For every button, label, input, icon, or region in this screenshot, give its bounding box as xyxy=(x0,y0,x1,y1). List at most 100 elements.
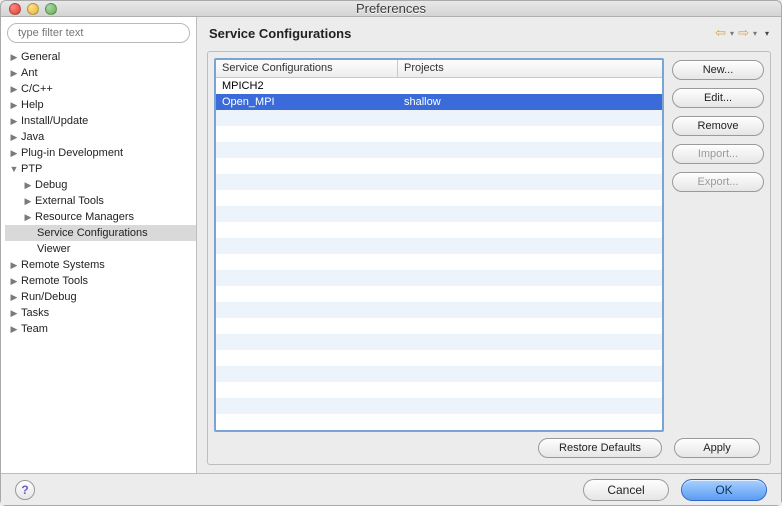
tree-label: Remote Systems xyxy=(21,259,105,271)
tree-label: General xyxy=(21,51,60,63)
table-row-empty xyxy=(216,318,662,334)
remove-button[interactable]: Remove xyxy=(672,116,764,136)
forward-menu-icon[interactable]: ▾ xyxy=(753,29,757,38)
cell-name: Open_MPI xyxy=(216,96,398,108)
filter-container xyxy=(7,23,190,43)
chevron-right-icon: ▶ xyxy=(23,196,33,207)
table-row-empty xyxy=(216,382,662,398)
column-header-name[interactable]: Service Configurations xyxy=(216,60,398,77)
configurations-table[interactable]: Service Configurations Projects MPICH2 Op… xyxy=(214,58,664,432)
panel-inner: Service Configurations Projects MPICH2 Op… xyxy=(214,58,764,432)
chevron-right-icon: ▶ xyxy=(9,84,19,95)
tree-item-ptp[interactable]: ▼PTP xyxy=(5,161,196,177)
category-tree[interactable]: ▶General ▶Ant ▶C/C++ ▶Help ▶Install/Upda… xyxy=(1,47,196,473)
tree-item-help[interactable]: ▶Help xyxy=(5,97,196,113)
table-row-empty xyxy=(216,270,662,286)
table-row-empty xyxy=(216,302,662,318)
tree-label: Service Configurations xyxy=(37,227,148,239)
panel-lower-buttons: Restore Defaults Apply xyxy=(214,432,764,458)
help-icon[interactable]: ? xyxy=(15,480,35,500)
table-row-empty xyxy=(216,142,662,158)
tree-item-cpp[interactable]: ▶C/C++ xyxy=(5,81,196,97)
chevron-right-icon: ▶ xyxy=(9,324,19,335)
table-body: MPICH2 Open_MPIshallow xyxy=(216,78,662,430)
table-row-empty xyxy=(216,206,662,222)
chevron-right-icon: ▶ xyxy=(9,68,19,79)
table-row-empty xyxy=(216,334,662,350)
tree-label: Plug-in Development xyxy=(21,147,123,159)
ok-button[interactable]: OK xyxy=(681,479,767,501)
cell-name: MPICH2 xyxy=(216,80,398,92)
tree-item-resource-managers[interactable]: ▶Resource Managers xyxy=(5,209,196,225)
table-row-empty xyxy=(216,174,662,190)
tree-label: Viewer xyxy=(37,243,70,255)
chevron-right-icon: ▶ xyxy=(9,100,19,111)
table-row-empty xyxy=(216,286,662,302)
chevron-right-icon: ▶ xyxy=(9,148,19,159)
chevron-right-icon: ▶ xyxy=(9,308,19,319)
export-button[interactable]: Export... xyxy=(672,172,764,192)
tree-item-plugin[interactable]: ▶Plug-in Development xyxy=(5,145,196,161)
table-row-empty xyxy=(216,222,662,238)
table-row[interactable]: MPICH2 xyxy=(216,78,662,94)
tree-item-remote-tools[interactable]: ▶Remote Tools xyxy=(5,273,196,289)
titlebar: Preferences xyxy=(1,1,781,17)
restore-defaults-button[interactable]: Restore Defaults xyxy=(538,438,662,458)
panel: Service Configurations Projects MPICH2 Op… xyxy=(207,51,771,465)
new-button[interactable]: New... xyxy=(672,60,764,80)
chevron-right-icon: ▶ xyxy=(9,292,19,303)
tree-item-service-configurations[interactable]: Service Configurations xyxy=(5,225,196,241)
dialog-footer: ? Cancel OK xyxy=(1,473,781,505)
tree-label: Debug xyxy=(35,179,67,191)
tree-item-team[interactable]: ▶Team xyxy=(5,321,196,337)
chevron-right-icon: ▶ xyxy=(9,260,19,271)
tree-item-debug[interactable]: ▶Debug xyxy=(5,177,196,193)
forward-icon[interactable]: ⇨ xyxy=(738,25,749,41)
cell-projects: shallow xyxy=(398,96,662,108)
table-row-empty xyxy=(216,254,662,270)
sidebar: ▶General ▶Ant ▶C/C++ ▶Help ▶Install/Upda… xyxy=(1,17,197,473)
tree-label: PTP xyxy=(21,163,42,175)
table-row-empty xyxy=(216,190,662,206)
side-buttons: New... Edit... Remove Import... Export..… xyxy=(672,58,764,432)
filter-input[interactable] xyxy=(7,23,190,43)
table-row-empty xyxy=(216,238,662,254)
tree-label: Java xyxy=(21,131,44,143)
back-menu-icon[interactable]: ▾ xyxy=(730,29,734,38)
content: ▶General ▶Ant ▶C/C++ ▶Help ▶Install/Upda… xyxy=(1,17,781,473)
table-header: Service Configurations Projects xyxy=(216,60,662,78)
cancel-button[interactable]: Cancel xyxy=(583,479,669,501)
tree-item-tasks[interactable]: ▶Tasks xyxy=(5,305,196,321)
column-header-projects[interactable]: Projects xyxy=(398,60,662,77)
tree-item-java[interactable]: ▶Java xyxy=(5,129,196,145)
main-panel: Service Configurations ⇦ ▾ ⇨ ▾ ▾ Service C… xyxy=(197,17,781,473)
table-row-empty xyxy=(216,350,662,366)
tree-item-viewer[interactable]: Viewer xyxy=(5,241,196,257)
table-row-empty xyxy=(216,414,662,430)
chevron-right-icon: ▶ xyxy=(9,116,19,127)
chevron-right-icon: ▶ xyxy=(23,180,33,191)
edit-button[interactable]: Edit... xyxy=(672,88,764,108)
tree-label: Run/Debug xyxy=(21,291,77,303)
import-button[interactable]: Import... xyxy=(672,144,764,164)
page-title: Service Configurations xyxy=(209,26,715,41)
chevron-right-icon: ▶ xyxy=(9,276,19,287)
tree-label: Resource Managers xyxy=(35,211,134,223)
table-row-empty xyxy=(216,110,662,126)
tree-item-run-debug[interactable]: ▶Run/Debug xyxy=(5,289,196,305)
chevron-right-icon: ▶ xyxy=(23,212,33,223)
back-icon[interactable]: ⇦ xyxy=(715,25,726,41)
tree-label: Help xyxy=(21,99,44,111)
view-menu-icon[interactable]: ▾ xyxy=(765,29,769,38)
tree-item-ant[interactable]: ▶Ant xyxy=(5,65,196,81)
page-header: Service Configurations ⇦ ▾ ⇨ ▾ ▾ xyxy=(197,17,781,47)
tree-item-general[interactable]: ▶General xyxy=(5,49,196,65)
tree-item-remote-systems[interactable]: ▶Remote Systems xyxy=(5,257,196,273)
tree-label: Install/Update xyxy=(21,115,88,127)
table-row[interactable]: Open_MPIshallow xyxy=(216,94,662,110)
tree-label: External Tools xyxy=(35,195,104,207)
tree-item-install[interactable]: ▶Install/Update xyxy=(5,113,196,129)
tree-label: Remote Tools xyxy=(21,275,88,287)
apply-button[interactable]: Apply xyxy=(674,438,760,458)
tree-item-external-tools[interactable]: ▶External Tools xyxy=(5,193,196,209)
